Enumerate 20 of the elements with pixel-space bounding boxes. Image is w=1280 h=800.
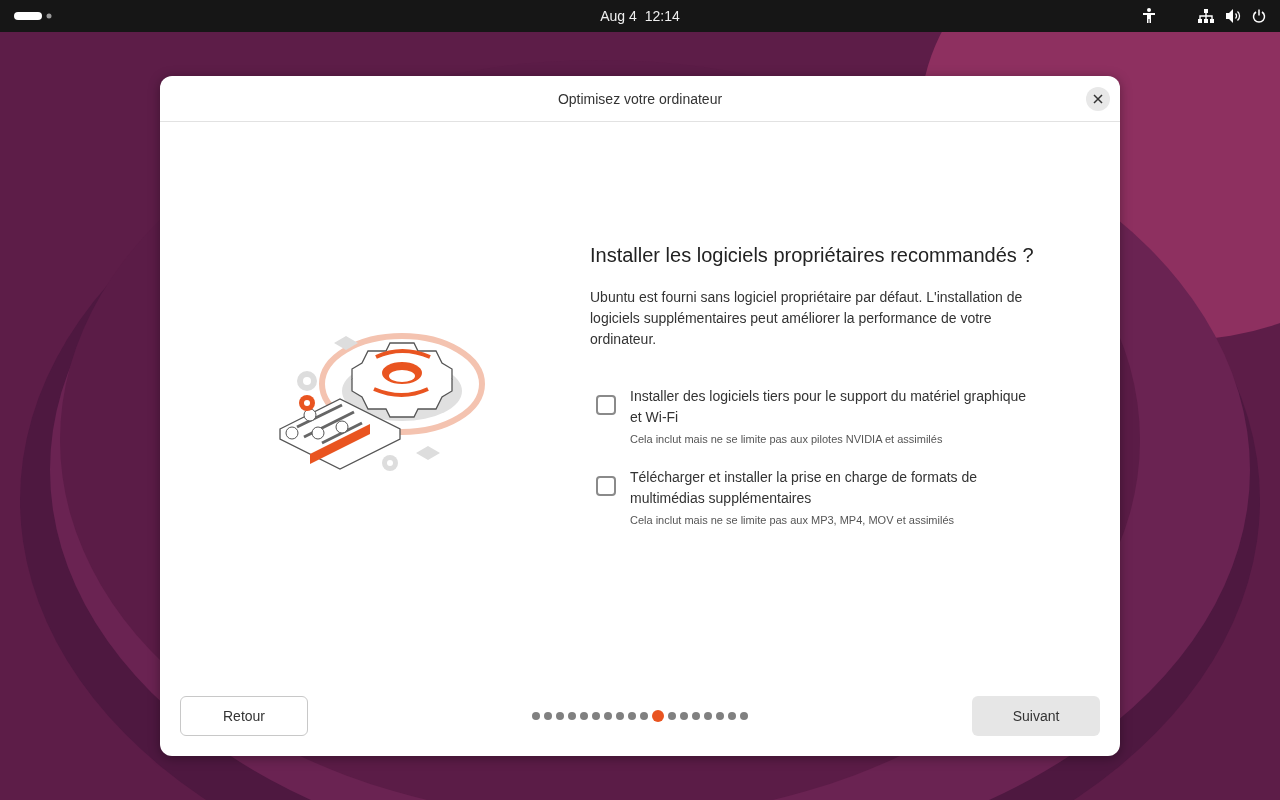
- page-heading: Installer les logiciels propriétaires recommandés ?: [590, 244, 1035, 267]
- speaker-icon[interactable]: [1226, 9, 1242, 23]
- workspace-indicator-icon[interactable]: [14, 11, 52, 21]
- checkbox[interactable]: [596, 395, 616, 415]
- dialog-title: Optimisez votre ordinateur: [557, 90, 723, 107]
- option-note: Cela inclut mais ne se limite pas aux pilotes NVIDIA et assimilés: [630, 433, 944, 445]
- clock-date[interactable]: Aug 4: [600, 8, 637, 24]
- back-button[interactable]: Retour: [180, 696, 308, 736]
- option-label[interactable]: Installer des logiciels tiers pour le support du matériel graphique et Wi-Fi: [630, 386, 1030, 428]
- checkbox[interactable]: [596, 476, 616, 496]
- next-button[interactable]: Suivant: [972, 696, 1100, 736]
- option-label[interactable]: Télécharger et installer la prise en charge de formats de multimédias supplémentaires: [630, 467, 1030, 509]
- close-button[interactable]: [1086, 87, 1110, 111]
- close-icon[interactable]: [1093, 94, 1103, 104]
- option-note: Cela inclut mais ne se limite pas aux MP3, MP4, MOV et assimilés: [630, 514, 955, 526]
- network-icon[interactable]: [1198, 9, 1214, 23]
- clock-time[interactable]: 12:14: [644, 8, 680, 24]
- description-text: Ubuntu est fourni sans logiciel propriétaire par défaut. L'installation de logiciels supplémentaires peut améliorer la performance de votre ordinateur.: [590, 288, 1024, 349]
- accessibility-icon[interactable]: [1142, 8, 1156, 24]
- power-icon[interactable]: [1252, 9, 1266, 23]
